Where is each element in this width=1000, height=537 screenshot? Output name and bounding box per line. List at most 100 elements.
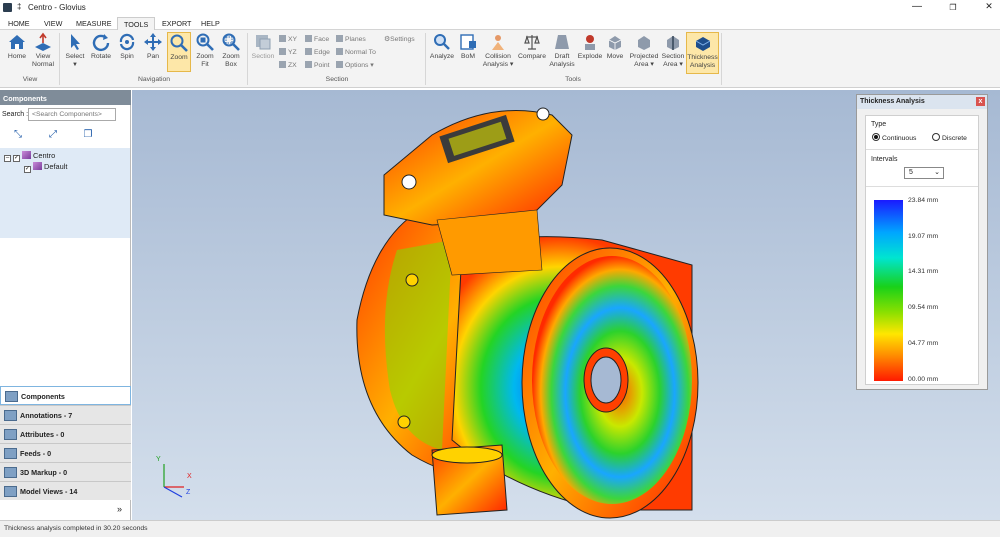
tab-help[interactable]: HELP <box>195 17 226 30</box>
zx-plane-icon <box>279 61 286 68</box>
tab-model-views[interactable]: Model Views - 14 <box>0 481 131 500</box>
tree-item-centro[interactable]: – ✓ Centro <box>4 151 55 162</box>
group-label-navigation: Navigation <box>137 76 171 83</box>
pin-icon[interactable]: ‡ <box>17 2 21 11</box>
close-button[interactable]: ✕ <box>982 1 996 12</box>
assembly-icon <box>22 151 31 159</box>
search-label: Search : <box>2 111 29 118</box>
move-label: Move <box>606 53 624 60</box>
expand-toggle-icon[interactable]: – <box>4 155 11 162</box>
planes-label: Planes <box>345 36 366 43</box>
section-zx[interactable]: ZX <box>279 61 297 69</box>
section-edge[interactable]: Edge <box>305 48 330 56</box>
section-button[interactable]: Section <box>250 32 276 61</box>
section-options[interactable]: Options ▾ <box>336 61 374 69</box>
section-normal-to[interactable]: Normal To <box>336 48 376 56</box>
zoom-box-label-2: Box <box>225 61 237 68</box>
tab-home[interactable]: HOME <box>2 17 36 30</box>
projected-label-1: Projected <box>629 53 659 60</box>
visibility-checkbox[interactable]: ✓ <box>24 166 31 173</box>
attributes-icon <box>4 429 17 440</box>
markup-icon <box>4 467 17 478</box>
select-button[interactable]: Select ▼ <box>63 32 87 69</box>
maximize-button[interactable]: ❐ <box>946 3 960 12</box>
tab-export[interactable]: EXPORT <box>156 17 197 30</box>
continuous-label: Continuous <box>882 135 917 142</box>
move-button[interactable]: Move <box>603 32 627 61</box>
collision-label-1: Collision <box>485 53 511 60</box>
tab-view[interactable]: VIEW <box>38 17 68 30</box>
zoom-button[interactable]: Zoom <box>167 32 191 72</box>
spin-button[interactable]: Spin <box>115 32 139 61</box>
thickness-panel-title: Thickness Analysis <box>860 98 925 105</box>
tab-3d-markup[interactable]: 3D Markup - 0 <box>0 462 131 481</box>
explode-button[interactable]: Explode <box>577 32 603 61</box>
copy-icon[interactable]: ❐ <box>81 129 95 143</box>
tree-item-default[interactable]: ✓ Default <box>24 162 67 173</box>
normal-to-icon <box>336 48 343 55</box>
section-label: Section <box>251 53 275 60</box>
pan-button[interactable]: Pan <box>141 32 165 61</box>
thickness-label-2: Analysis <box>689 62 716 69</box>
tab-tools[interactable]: TOOLS <box>117 17 156 30</box>
bom-label: BoM <box>461 53 475 60</box>
chevron-down-icon: ▼ <box>72 62 78 68</box>
intervals-select[interactable]: 5 ⌄ <box>904 167 944 179</box>
intervals-label: Intervals <box>871 156 898 163</box>
view-normal-button[interactable]: View Normal <box>30 32 56 69</box>
normal-to-label: Normal To <box>345 49 376 56</box>
planes-icon <box>336 35 343 42</box>
tab-annotations[interactable]: Annotations - 7 <box>0 405 131 424</box>
expand-all-icon[interactable]: ⤡ <box>11 129 25 143</box>
zoom-fit-button[interactable]: Zoom Fit <box>193 32 217 69</box>
z-axis-label: Z <box>186 489 191 496</box>
bom-button[interactable]: BoM <box>457 32 479 61</box>
section-yz[interactable]: YZ <box>279 48 297 56</box>
discrete-radio[interactable]: Discrete <box>932 133 967 142</box>
section-area-button[interactable]: Section Area ▾ <box>660 32 686 69</box>
expand-panel-icon[interactable]: » <box>117 504 122 514</box>
components-icon <box>5 391 18 402</box>
collision-analysis-button[interactable]: Collision Analysis ▾ <box>481 32 515 69</box>
tab-measure[interactable]: MEASURE <box>70 17 118 30</box>
projected-area-button[interactable]: Projected Area ▾ <box>628 32 660 69</box>
xy-plane-icon <box>279 35 286 42</box>
section-planes[interactable]: Planes <box>336 35 366 43</box>
group-label-view: View <box>22 76 38 83</box>
edge-label: Edge <box>314 49 330 56</box>
search-input[interactable] <box>28 108 116 121</box>
explode-icon <box>585 35 595 50</box>
point-label: Point <box>314 62 330 69</box>
home-button[interactable]: Home <box>5 32 29 61</box>
compare-label: Compare <box>518 53 546 60</box>
thickness-analysis-button[interactable]: Thickness Analysis <box>686 32 719 74</box>
zoom-fit-icon <box>196 33 214 51</box>
home-label: Home <box>7 53 27 60</box>
section-face[interactable]: Face <box>305 35 329 43</box>
zoom-label: Zoom <box>170 54 188 61</box>
section-point[interactable]: Point <box>305 61 330 69</box>
analyze-button[interactable]: Analyze <box>428 32 456 61</box>
group-divider <box>721 33 722 85</box>
group-divider <box>425 33 426 85</box>
zoom-box-button[interactable]: Zoom Box <box>219 32 243 69</box>
tab-components[interactable]: Components <box>0 386 131 405</box>
legend-value: 00.00 mm <box>908 376 939 383</box>
intervals-value: 5 <box>909 169 913 176</box>
draft-icon <box>555 35 569 49</box>
section-xy[interactable]: XY <box>279 35 297 43</box>
cursor-icon <box>71 34 80 50</box>
visibility-checkbox[interactable]: ✓ <box>13 155 20 162</box>
tab-attributes[interactable]: Attributes - 0 <box>0 424 131 443</box>
compare-button[interactable]: Compare <box>517 32 547 61</box>
tab-feeds[interactable]: Feeds - 0 <box>0 443 131 462</box>
rotate-button[interactable]: Rotate <box>89 32 113 61</box>
draft-analysis-button[interactable]: Draft Analysis <box>548 32 576 69</box>
minimize-button[interactable]: — <box>910 1 924 12</box>
section-settings[interactable]: ⚙Settings <box>384 35 415 43</box>
close-icon[interactable]: x <box>976 97 985 106</box>
tab-label: 3D Markup - 0 <box>20 468 68 477</box>
continuous-radio[interactable]: Continuous <box>872 133 916 142</box>
collapse-all-icon[interactable]: ⤢ <box>46 129 60 143</box>
radio-on-icon <box>872 133 880 141</box>
